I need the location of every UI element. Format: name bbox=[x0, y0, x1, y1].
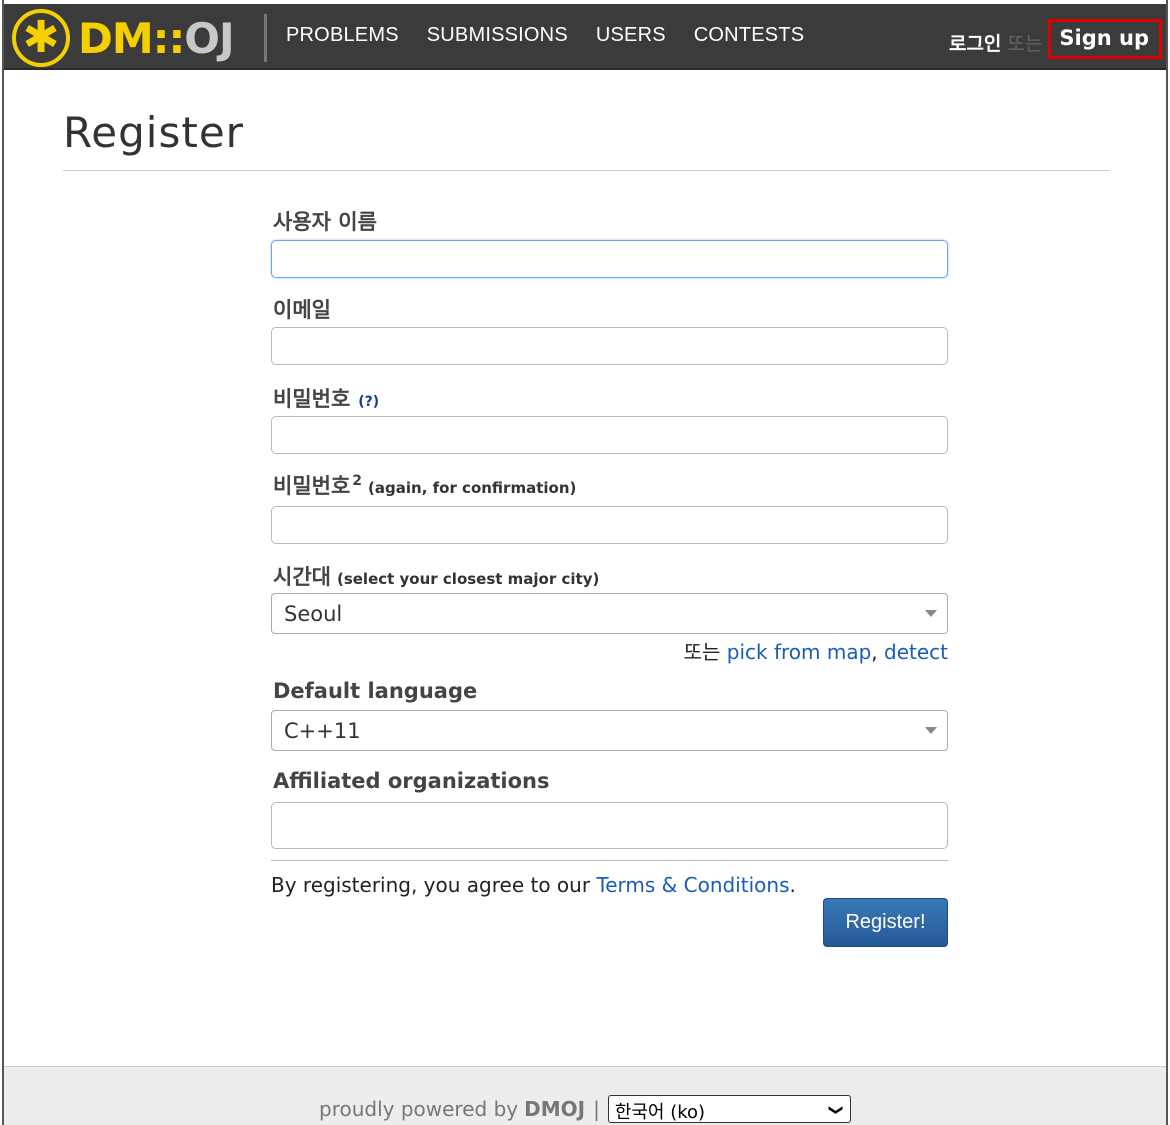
auth-links: 로그인 또는 Sign up bbox=[949, 19, 1162, 62]
username-input[interactable] bbox=[271, 240, 948, 278]
site-logo[interactable]: ✱ DM::OJ bbox=[12, 8, 235, 68]
top-navbar: ✱ DM::OJ PROBLEMS SUBMISSIONS USERS CONT… bbox=[4, 4, 1166, 70]
dmoj-link[interactable]: DMOJ bbox=[524, 1097, 585, 1121]
nav-submissions[interactable]: SUBMISSIONS bbox=[427, 24, 568, 47]
dropdown-caret-icon bbox=[925, 610, 937, 617]
signup-link[interactable]: Sign up bbox=[1048, 19, 1162, 59]
password-input[interactable] bbox=[271, 416, 948, 454]
or-separator: 또는 bbox=[1007, 32, 1043, 55]
email-input[interactable] bbox=[271, 327, 948, 365]
username-label: 사용자 이름 bbox=[273, 210, 377, 234]
password-confirm-label: 비밀번호 2 (again, for confirmation) bbox=[273, 473, 577, 498]
nav-contests[interactable]: CONTESTS bbox=[694, 24, 805, 47]
title-divider bbox=[63, 170, 1109, 171]
logo-wordmark: DM::OJ bbox=[78, 13, 235, 63]
main-nav: PROBLEMS SUBMISSIONS USERS CONTESTS bbox=[286, 24, 804, 47]
timezone-select[interactable]: Seoul bbox=[271, 593, 948, 634]
login-link[interactable]: 로그인 bbox=[949, 29, 1001, 56]
footer-content: proudly powered by DMOJ | 한국어 (ko) ❯ bbox=[319, 1095, 851, 1123]
detect-timezone-link[interactable]: detect bbox=[884, 640, 948, 664]
organizations-label: Affiliated organizations bbox=[273, 769, 550, 793]
nav-users[interactable]: USERS bbox=[596, 24, 666, 47]
timezone-label: 시간대 (select your closest major city) bbox=[273, 565, 600, 589]
chevron-down-icon: ❯ bbox=[827, 1104, 844, 1116]
terms-notice: By registering, you agree to our Terms &… bbox=[271, 873, 796, 897]
language-switcher[interactable]: 한국어 (ko) ❯ bbox=[607, 1095, 851, 1123]
password-help-link[interactable]: (?) bbox=[358, 394, 379, 410]
page-title: Register bbox=[63, 108, 244, 157]
logo-divider bbox=[264, 14, 267, 62]
language-label: Default language bbox=[273, 679, 478, 703]
form-divider bbox=[271, 860, 948, 861]
pick-from-map-link[interactable]: pick from map bbox=[727, 640, 872, 664]
language-select[interactable]: C++11 bbox=[271, 710, 948, 751]
register-button[interactable]: Register! bbox=[823, 898, 948, 947]
terms-link[interactable]: Terms & Conditions bbox=[596, 873, 789, 897]
organizations-input[interactable] bbox=[271, 802, 948, 849]
dropdown-caret-icon bbox=[925, 727, 937, 734]
password-confirm-input[interactable] bbox=[271, 506, 948, 544]
email-label: 이메일 bbox=[273, 298, 331, 322]
footer: proudly powered by DMOJ | 한국어 (ko) ❯ bbox=[4, 1066, 1166, 1125]
asterisk-logo-icon: ✱ bbox=[12, 9, 70, 67]
nav-problems[interactable]: PROBLEMS bbox=[286, 24, 399, 47]
timezone-links: 또는 pick from map, detect bbox=[683, 640, 948, 664]
password-label: 비밀번호 (?) bbox=[273, 387, 380, 411]
